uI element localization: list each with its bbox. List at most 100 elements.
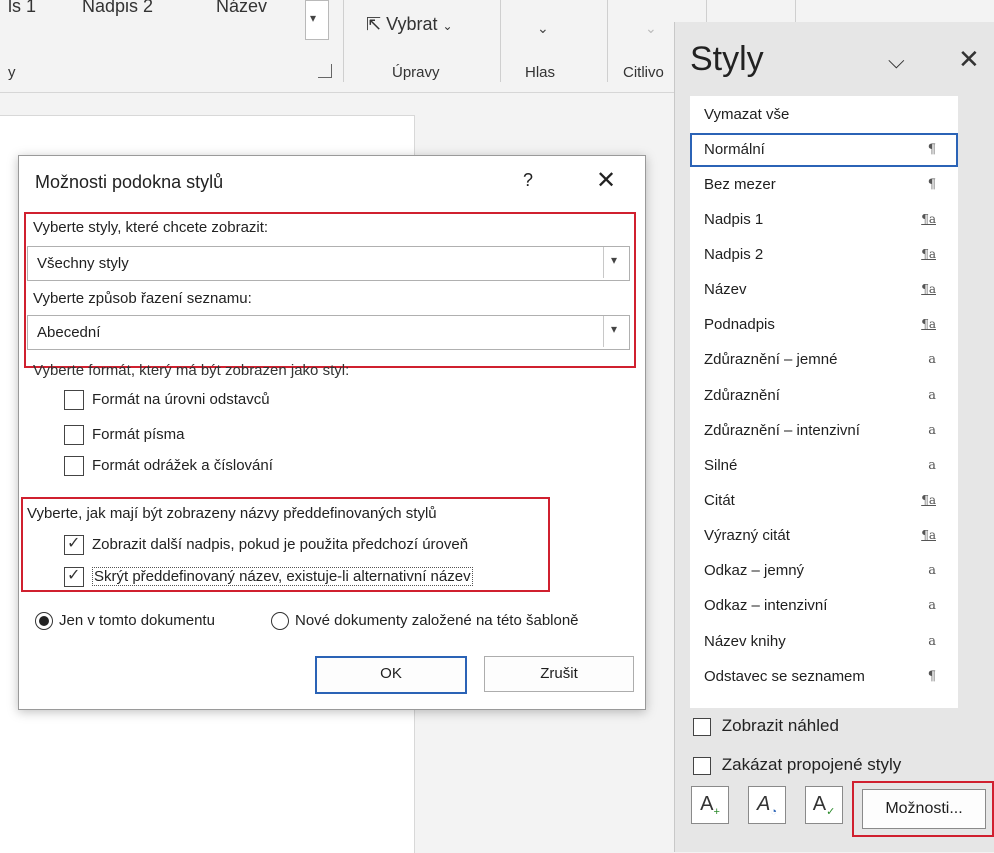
style-item-podnadpis[interactable]: Podnadpis ¶a <box>690 308 958 342</box>
style-item-label: Vymazat vše <box>704 106 790 123</box>
style-item-label: Podnadpis <box>704 316 775 333</box>
style-inspector-icon: A◔ <box>757 793 777 818</box>
radio-button[interactable] <box>271 612 289 631</box>
style-item-label: Odstavec se seznamem <box>704 668 865 685</box>
manage-styles-button[interactable]: A✓ <box>805 786 843 824</box>
show-preview-checkbox[interactable]: Zobrazit náhled <box>693 716 839 736</box>
checkbox-box[interactable] <box>64 456 84 476</box>
checkbox-box[interactable] <box>693 717 711 736</box>
ok-button[interactable]: OK <box>315 656 467 694</box>
linked-style-icon: ¶a <box>921 528 936 542</box>
style-inspector-button[interactable]: A◔ <box>748 786 786 824</box>
linked-style-icon: ¶a <box>921 247 936 261</box>
style-item-zdurazneni-intenzivni[interactable]: Zdůraznění – intenzivní a <box>690 414 958 448</box>
style-item-label: Nadpis 2 <box>704 246 764 263</box>
pane-title: Styly <box>690 40 764 78</box>
style-item-nazev-knihy[interactable]: Název knihy a <box>690 625 958 659</box>
style-item-label: Bez mezer <box>704 176 776 193</box>
paragraph-icon: ¶ <box>927 142 936 157</box>
style-item-nadpis-2[interactable]: Nadpis 2 ¶a <box>690 238 958 272</box>
style-item-odstavec-se-seznamem[interactable]: Odstavec se seznamem ¶ <box>690 660 958 694</box>
highlight-box-options <box>852 781 994 837</box>
style-item-vymazat-vse[interactable]: Vymazat vše <box>690 98 958 132</box>
close-icon[interactable]: ✕ <box>958 44 980 75</box>
style-item-label: Zdůraznění – intenzivní <box>704 422 860 439</box>
dictate-chevron-icon[interactable]: ⌄ <box>537 20 549 37</box>
style-item-citat[interactable]: Citát ¶a <box>690 484 958 518</box>
style-gallery-item-nadpis-2[interactable]: Nadpis 2 <box>82 0 153 17</box>
style-item-label: Výrazný citát <box>704 527 790 544</box>
chevron-down-icon: ⌄ <box>442 19 453 33</box>
style-item-label: Odkaz – jemný <box>704 562 805 579</box>
style-item-zdurazneni[interactable]: Zdůraznění a <box>690 379 958 413</box>
highlight-box-selection <box>24 212 636 368</box>
style-item-label: Název <box>704 281 747 298</box>
paragraph-icon: ¶ <box>927 177 936 192</box>
style-gallery-item-nazev[interactable]: Název <box>216 0 267 17</box>
divider <box>500 0 501 82</box>
style-item-odkaz-jemny[interactable]: Odkaz – jemný a <box>690 554 958 588</box>
style-item-nadpis-1[interactable]: Nadpis 1 ¶a <box>690 203 958 237</box>
checkbox-box[interactable] <box>693 756 711 775</box>
close-icon[interactable]: ✕ <box>596 166 616 195</box>
paragraph-format-checkbox[interactable]: Formát na úrovni odstavců <box>64 390 270 410</box>
style-item-label: Název knihy <box>704 633 786 650</box>
style-item-normalni[interactable]: Normální ¶ <box>690 133 958 167</box>
group-label-hlas: Hlas <box>525 64 556 81</box>
format-label: Vyberte formát, který má být zobrazen ja… <box>33 362 350 379</box>
group-label-upravy: Úpravy <box>392 64 440 81</box>
manage-styles-icon: A✓ <box>812 793 836 818</box>
cursor-arrow-icon: ⇱ <box>366 14 382 34</box>
divider <box>706 0 707 22</box>
linked-style-icon: ¶a <box>921 493 936 507</box>
checkbox-label: Formát písma <box>92 425 185 443</box>
linked-style-icon: ¶a <box>921 317 936 331</box>
style-item-label: Nadpis 1 <box>704 211 764 228</box>
disable-linked-styles-checkbox[interactable]: Zakázat propojené styly <box>693 755 901 775</box>
character-style-icon: a <box>928 388 936 403</box>
style-item-label: Odkaz – intenzivní <box>704 597 828 614</box>
linked-style-icon: ¶a <box>921 282 936 296</box>
show-preview-label: Zobrazit náhled <box>721 716 839 735</box>
help-button[interactable]: ? <box>523 170 533 191</box>
select-button-label: Vybrat <box>386 14 438 34</box>
style-item-odkaz-intenzivni[interactable]: Odkaz – intenzivní a <box>690 589 958 623</box>
style-item-zdurazneni-jemne[interactable]: Zdůraznění – jemné a <box>690 343 958 377</box>
radio-label: Jen v tomto dokumentu <box>59 612 215 629</box>
new-style-button[interactable]: A+ <box>691 786 729 824</box>
select-button[interactable]: ⇱ Vybrat ⌄ <box>366 14 453 35</box>
divider <box>343 0 344 82</box>
radio-button[interactable] <box>35 612 53 631</box>
style-item-bez-mezer[interactable]: Bez mezer ¶ <box>690 168 958 202</box>
dialog-title: Možnosti podokna stylů <box>35 172 224 192</box>
radio-template[interactable]: Nové dokumenty založené na této šabloně <box>271 612 579 631</box>
style-item-label: Zdůraznění – jemné <box>704 351 838 368</box>
cancel-button[interactable]: Zrušit <box>484 656 634 692</box>
group-label-styly: y <box>8 64 16 81</box>
style-item-label: Zdůraznění <box>704 387 780 404</box>
radio-dot <box>39 616 49 627</box>
checkbox-label: Formát na úrovni odstavců <box>92 390 270 408</box>
radio-this-document[interactable]: Jen v tomto dokumentu <box>35 612 215 631</box>
radio-label: Nové dokumenty založené na této šabloně <box>295 612 579 629</box>
style-gallery-item-1[interactable]: ls 1 <box>8 0 36 17</box>
divider <box>607 0 608 82</box>
highlight-box-names <box>21 497 550 592</box>
style-item-silne[interactable]: Silné a <box>690 449 958 483</box>
style-item-label: Normální <box>704 141 765 158</box>
checkbox-box[interactable] <box>64 425 84 445</box>
style-item-nazev[interactable]: Název ¶a <box>690 273 958 307</box>
font-format-checkbox[interactable]: Formát písma <box>64 425 185 445</box>
character-style-icon: a <box>928 423 936 438</box>
disable-linked-label: Zakázat propojené styly <box>721 755 902 774</box>
bullets-format-checkbox[interactable]: Formát odrážek a číslování <box>64 456 273 476</box>
style-item-vyrazny-citat[interactable]: Výrazný citát ¶a <box>690 519 958 553</box>
chevron-down-icon: ▾ <box>310 11 317 25</box>
chevron-down-icon[interactable]: ⌵ <box>888 48 905 74</box>
sensitivity-chevron-icon: ⌄ <box>645 20 657 36</box>
dialog-launcher-icon[interactable] <box>318 64 332 78</box>
gallery-more-button[interactable]: ▾ <box>305 0 329 40</box>
new-style-icon: A+ <box>700 793 720 818</box>
checkbox-label: Formát odrážek a číslování <box>92 456 273 474</box>
checkbox-box[interactable] <box>64 390 84 410</box>
